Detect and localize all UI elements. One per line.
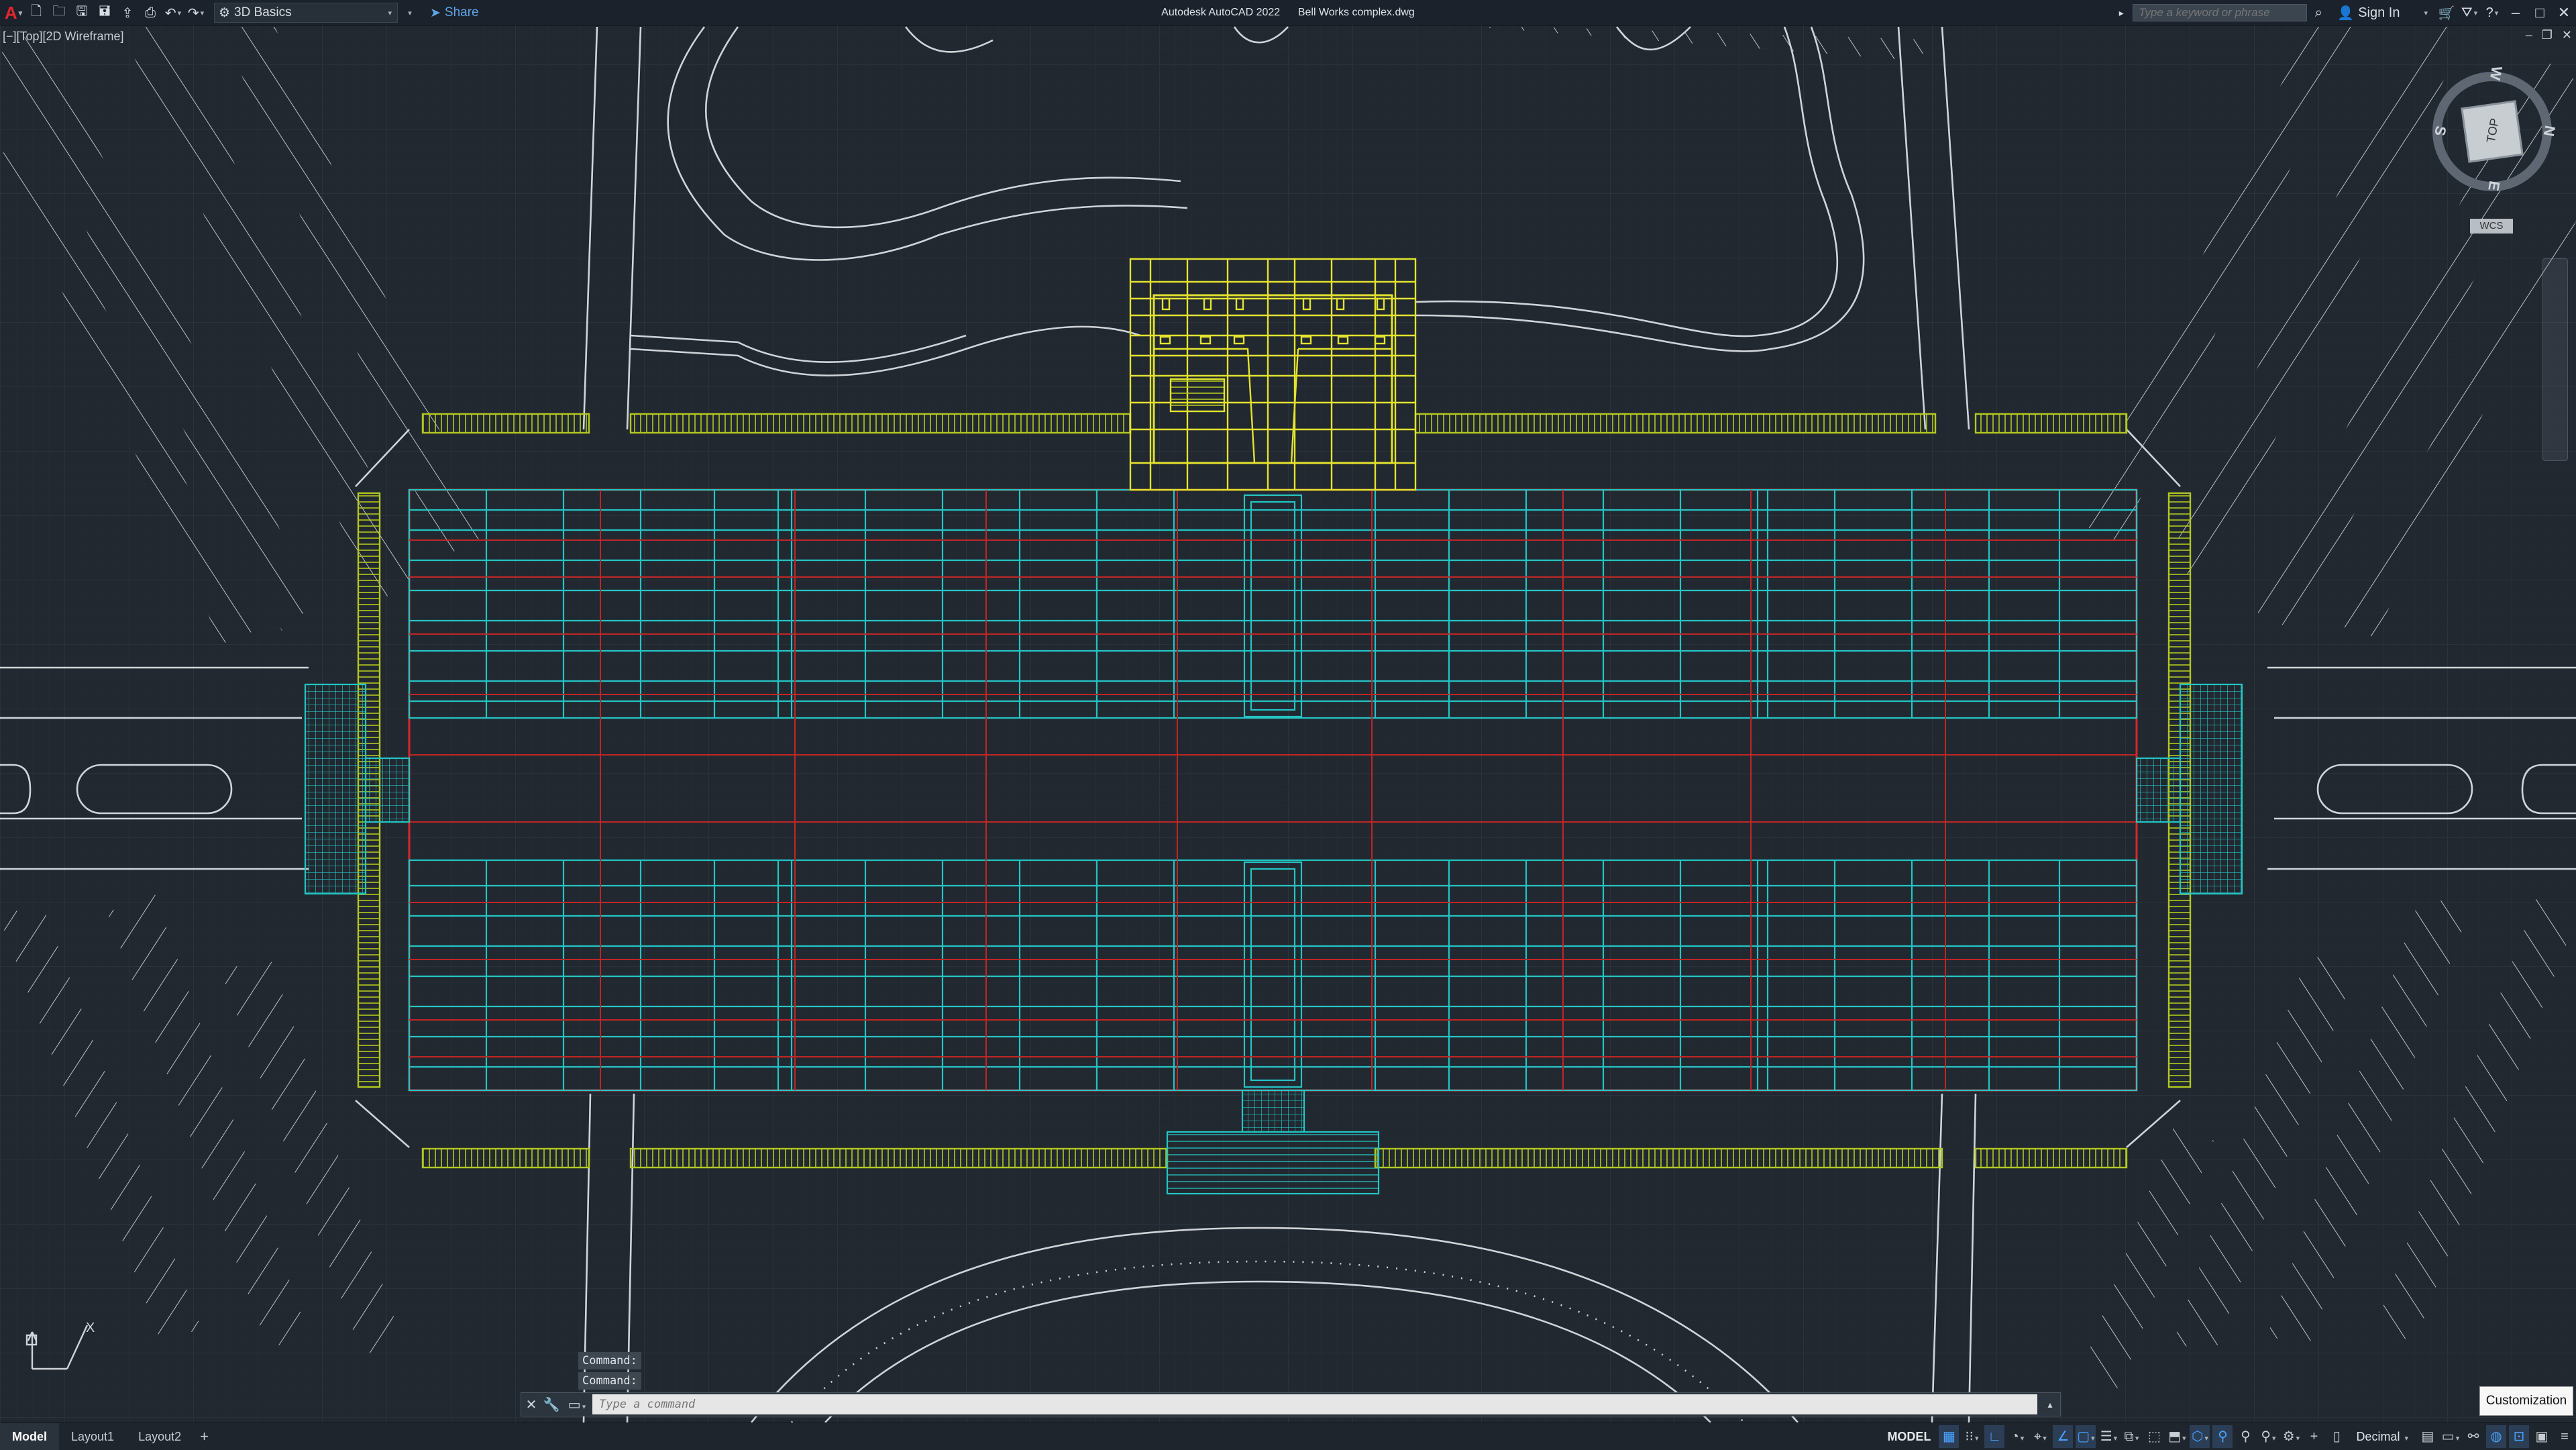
tab-layout1[interactable]: Layout1: [59, 1423, 126, 1450]
close-button[interactable]: ✕: [2552, 4, 2576, 21]
maximize-button[interactable]: □: [2528, 4, 2552, 21]
close-icon[interactable]: ✕: [521, 1396, 541, 1413]
3d-object-snap-icon[interactable]: ⬒ ▾: [2167, 1425, 2187, 1448]
tab-model[interactable]: Model: [0, 1423, 59, 1450]
command-history-toggle-icon[interactable]: ▴: [2040, 1399, 2060, 1410]
selection-cycling-icon[interactable]: ⬚: [2144, 1425, 2164, 1448]
viewcube[interactable]: TOP W N S E WCS: [2428, 58, 2563, 259]
web-mobile-icon[interactable]: ⇪: [118, 3, 137, 23]
workspace-label: 3D Basics: [234, 5, 292, 19]
dynamic-ucs-icon[interactable]: ⬡ ▾: [2190, 1425, 2210, 1448]
tab-layout2[interactable]: Layout2: [126, 1423, 193, 1450]
send-icon: ➤: [430, 5, 441, 20]
viewport-controls-label[interactable]: [−][Top][2D Wireframe]: [3, 30, 124, 44]
polar-icon[interactable]: ◔ ▾: [2007, 1425, 2027, 1448]
share-label: Share: [444, 5, 479, 19]
command-prompt-icon[interactable]: ▭ ▾: [561, 1396, 592, 1413]
customize-wrench-icon[interactable]: 🔧: [541, 1396, 561, 1413]
plot-icon[interactable]: ⎙: [141, 3, 160, 23]
command-input[interactable]: [592, 1394, 2037, 1414]
drawing-close-icon[interactable]: ✕: [2562, 28, 2572, 42]
share-button[interactable]: ➤ Share: [430, 5, 479, 21]
open-folder-icon[interactable]: 🗀: [50, 3, 68, 23]
status-bar: Model Layout1 Layout2 + MODEL ▦ ⁝⁝ ▾ ∟ ◔ ▾…: [0, 1422, 2576, 1450]
object-snap-tracking-icon[interactable]: ∠: [2053, 1425, 2074, 1448]
ortho-icon[interactable]: ∟: [1984, 1425, 2005, 1448]
command-history-line: Command:: [578, 1352, 641, 1369]
undo-icon[interactable]: ↶ ▾: [164, 3, 182, 23]
lock-ui-icon[interactable]: ▭ ▾: [2440, 1425, 2461, 1448]
workspace-switching-icon[interactable]: ⚙ ▾: [2281, 1425, 2301, 1448]
status-toggles: MODEL ▦ ⁝⁝ ▾ ∟ ◔ ▾ ⌖ ▾ ∠ ▢ ▾ ☰ ▾ ⧉ ▾ ⬚ ⬒ ▾ ⬡ ▾ ⚲…: [1880, 1423, 2576, 1450]
autodesk-account-icon[interactable]: ⛛ ▾: [2460, 3, 2479, 23]
chevron-down-icon: ▾: [388, 9, 392, 17]
command-line: ✕ 🔧 ▭▾ ▴: [521, 1392, 2061, 1416]
isodraft-icon[interactable]: ⌖ ▾: [2030, 1425, 2050, 1448]
annotation-visibility-icon[interactable]: ⚲: [2212, 1425, 2233, 1448]
drawing-window-controls: – ❐ ✕: [2526, 28, 2572, 42]
tooltip: Customization: [2479, 1386, 2573, 1416]
minimize-button[interactable]: –: [2504, 4, 2528, 21]
command-history-line: Command:: [578, 1372, 641, 1390]
isolate-objects-icon[interactable]: ⚯: [2463, 1425, 2483, 1448]
graphics-performance-icon[interactable]: ◍: [2486, 1425, 2506, 1448]
navigation-bar[interactable]: [2542, 258, 2568, 461]
transparency-icon[interactable]: ⧉ ▾: [2121, 1425, 2141, 1448]
save-as-icon[interactable]: 🖬: [95, 3, 114, 23]
units-dropdown[interactable]: Decimal ▾: [2348, 1430, 2416, 1444]
signin-label: Sign In: [2358, 5, 2400, 20]
annotation-monitor-icon[interactable]: +: [2304, 1425, 2324, 1448]
qat-customize-icon[interactable]: ▾: [400, 3, 419, 23]
compass-west[interactable]: W: [2486, 65, 2506, 82]
add-layout-icon[interactable]: +: [193, 1423, 215, 1450]
model-space-toggle[interactable]: MODEL: [1880, 1430, 1937, 1444]
quick-properties-icon[interactable]: ▤: [2418, 1425, 2438, 1448]
ucs-x-label: X: [86, 1320, 95, 1335]
chevron-down-icon: ▾: [2424, 9, 2428, 17]
drawing-canvas[interactable]: X: [0, 25, 2576, 1422]
user-icon: 👤: [2337, 5, 2355, 21]
full-screen-icon[interactable]: ▣: [2532, 1425, 2552, 1448]
drawing-restore-icon[interactable]: ❐: [2542, 28, 2553, 42]
annotation-scale-icon[interactable]: ⚲ ▾: [2258, 1425, 2278, 1448]
titlebar-right-tools: ▸ ⌕ 👤 Sign In ▾ 🛒 ⛛▾ ?▾ – □ ✕: [2110, 0, 2576, 25]
workspace-dropdown[interactable]: ⚙ 3D Basics ▾: [214, 3, 398, 23]
signin-button[interactable]: 👤 Sign In ▾: [2332, 3, 2433, 23]
lineweight-icon[interactable]: ☰ ▾: [2098, 1425, 2118, 1448]
wcs-menu[interactable]: WCS: [2470, 219, 2513, 234]
redo-icon[interactable]: ↷ ▾: [186, 3, 205, 23]
cart-icon[interactable]: 🛒: [2437, 3, 2456, 23]
auto-scale-icon[interactable]: ⚲: [2235, 1425, 2255, 1448]
clean-screen-icon[interactable]: ⊡: [2509, 1425, 2529, 1448]
gear-icon: ⚙: [219, 5, 231, 20]
search-icon[interactable]: ⌕: [2309, 3, 2328, 23]
save-icon[interactable]: 🖫: [72, 3, 91, 23]
search-input[interactable]: [2133, 4, 2308, 21]
search-expand-icon[interactable]: ▸: [2112, 3, 2131, 23]
object-snap-icon[interactable]: ▢ ▾: [2076, 1425, 2096, 1448]
app-menu-button[interactable]: A ▾: [4, 3, 23, 23]
help-icon[interactable]: ? ▾: [2483, 3, 2502, 23]
customization-icon[interactable]: ≡: [2555, 1425, 2575, 1448]
new-file-icon[interactable]: 🗋: [27, 3, 46, 23]
units-icon[interactable]: ▯: [2326, 1425, 2347, 1448]
snap-icon[interactable]: ⁝⁝ ▾: [1962, 1425, 1982, 1448]
drawing-minimize-icon[interactable]: –: [2526, 28, 2532, 42]
units-label: Decimal: [2356, 1429, 2400, 1443]
grid-icon[interactable]: ▦: [1939, 1425, 1960, 1448]
